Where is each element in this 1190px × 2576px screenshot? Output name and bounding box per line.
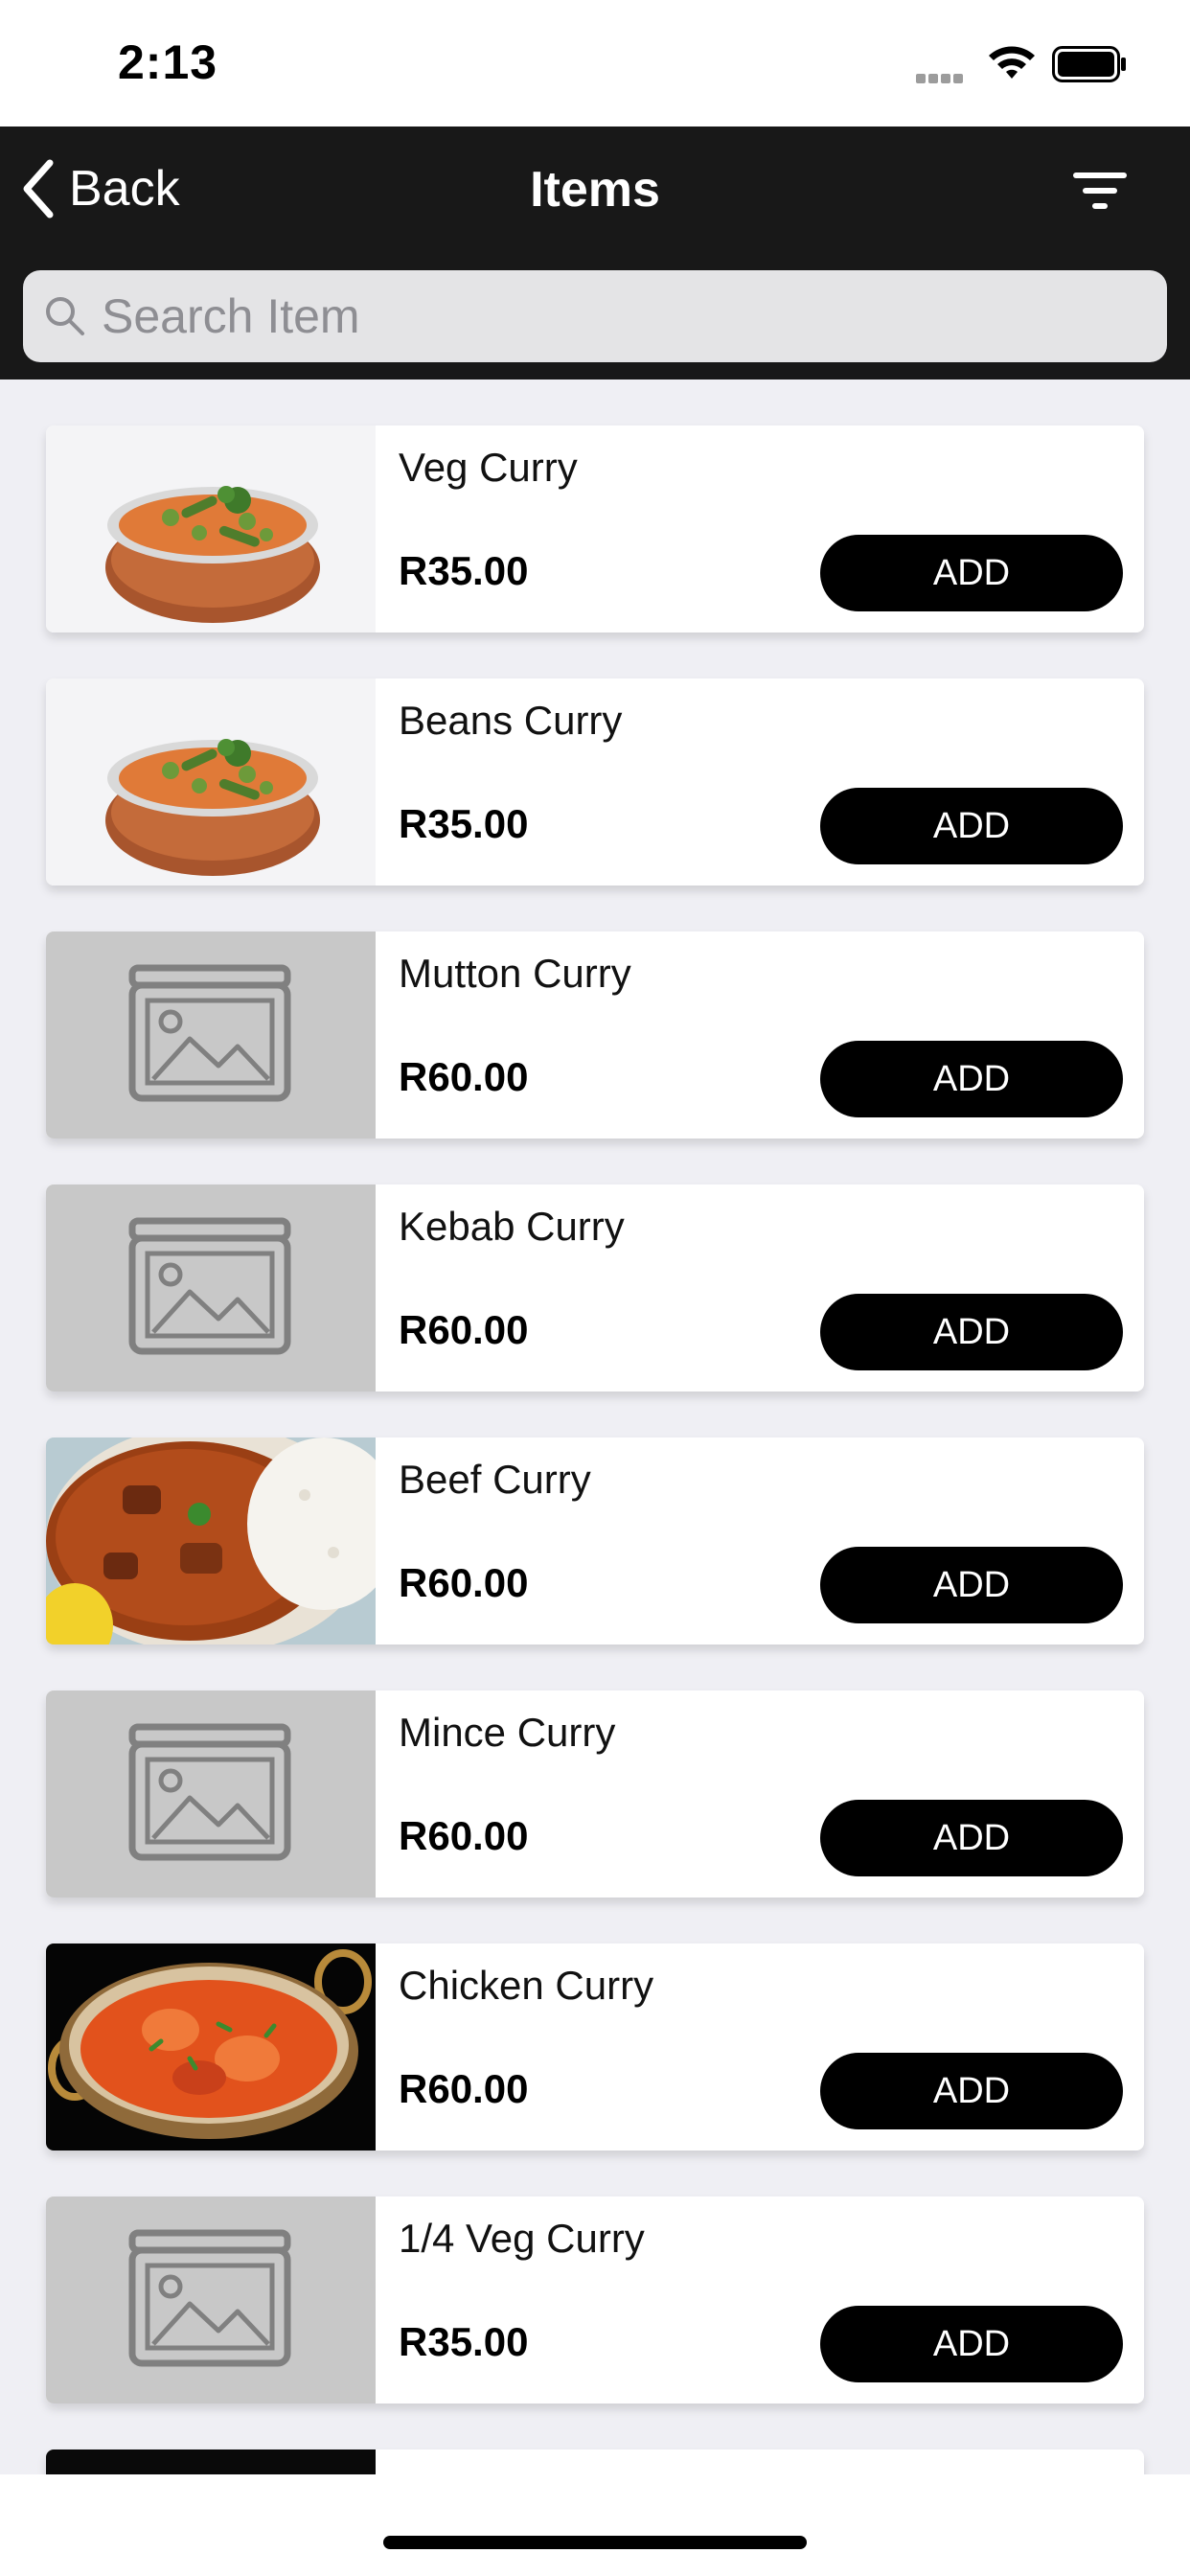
item-card[interactable]: Beans Curry R35.00 ADD	[46, 678, 1144, 886]
item-price: R60.00	[399, 1307, 529, 1352]
veg-curry-photo	[46, 426, 376, 632]
item-price: R35.00	[399, 2319, 529, 2364]
item-card[interactable]: Mutton Curry R60.00 ADD	[46, 932, 1144, 1138]
search-input[interactable]	[102, 288, 1167, 344]
item-name: 1/4 Veg Curry	[399, 2216, 645, 2261]
item-name: Veg Curry	[399, 445, 578, 490]
item-card[interactable]: Beef Curry R60.00 ADD	[46, 1438, 1144, 1644]
battery-icon	[1052, 46, 1126, 82]
add-button[interactable]: ADD	[820, 2053, 1123, 2129]
add-button[interactable]: ADD	[820, 1041, 1123, 1117]
wifi-icon	[989, 46, 1035, 79]
placeholder-image-icon	[46, 932, 376, 1138]
placeholder-image-icon	[46, 1690, 376, 1898]
item-card[interactable]	[46, 2450, 1144, 2474]
veg-curry-photo	[46, 678, 376, 886]
item-card[interactable]: Chicken Curry R60.00 ADD	[46, 1944, 1144, 2150]
chicken-curry-photo	[46, 1944, 376, 2150]
item-name: Mutton Curry	[399, 951, 631, 996]
item-name: Mince Curry	[399, 1710, 616, 1755]
item-name: Kebab Curry	[399, 1204, 625, 1249]
add-button[interactable]: ADD	[820, 1800, 1123, 1876]
add-button[interactable]: ADD	[820, 788, 1123, 864]
placeholder-image-icon	[46, 1184, 376, 1392]
item-card[interactable]: Kebab Curry R60.00 ADD	[46, 1184, 1144, 1392]
item-card[interactable]: Veg Curry R35.00 ADD	[46, 426, 1144, 632]
item-price: R60.00	[399, 1054, 529, 1099]
item-card[interactable]: Mince Curry R60.00 ADD	[46, 1690, 1144, 1898]
item-price: R60.00	[399, 1813, 529, 1858]
add-button[interactable]: ADD	[820, 1547, 1123, 1623]
add-button[interactable]: ADD	[820, 1294, 1123, 1370]
navigation-bar: Back Items	[0, 126, 1190, 380]
search-bar[interactable]	[23, 270, 1167, 362]
item-name: Beef Curry	[399, 1457, 591, 1502]
page-title: Items	[530, 162, 660, 218]
item-card[interactable]: 1/4 Veg Curry R35.00 ADD	[46, 2196, 1144, 2404]
beef-curry-photo	[46, 1438, 376, 1644]
item-price: R35.00	[399, 801, 529, 846]
item-list: Veg Curry R35.00 ADD Beans Curry R35.00 …	[0, 380, 1190, 2474]
app-screen: 2:13 Back Items Search Item Veg Curry R3…	[0, 0, 1190, 2576]
add-button[interactable]: ADD	[820, 2306, 1123, 2382]
add-button[interactable]: ADD	[820, 535, 1123, 611]
status-bar: 2:13	[0, 0, 1190, 126]
item-name: Beans Curry	[399, 698, 623, 743]
item-price: R60.00	[399, 2066, 529, 2111]
status-time: 2:13	[118, 35, 218, 89]
search-icon	[46, 297, 84, 335]
item-price: R60.00	[399, 1560, 529, 1605]
item-price: R35.00	[399, 548, 529, 593]
home-indicator-area	[0, 2474, 1190, 2576]
item-photo	[46, 2450, 376, 2474]
cellular-signal-icon	[916, 71, 972, 83]
filter-icon[interactable]	[1071, 169, 1131, 213]
placeholder-image-icon	[46, 2196, 376, 2404]
item-name: Chicken Curry	[399, 1963, 654, 2008]
home-indicator[interactable]	[383, 2536, 807, 2549]
